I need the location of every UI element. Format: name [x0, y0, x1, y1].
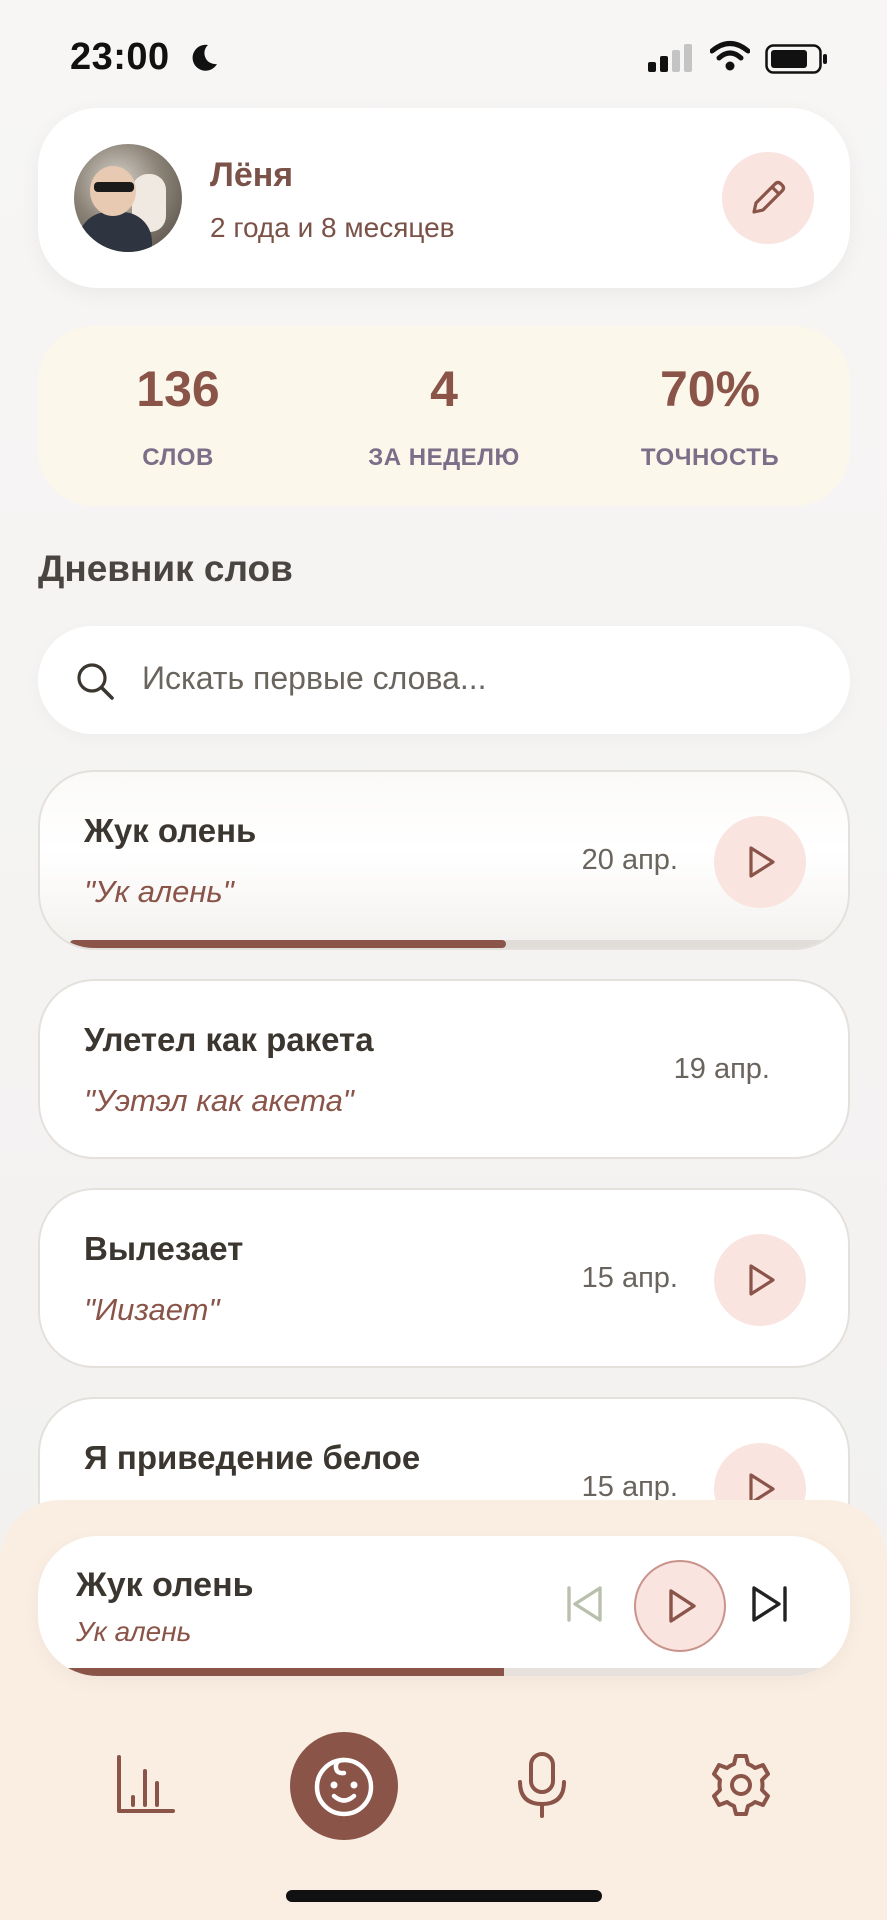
profile-card[interactable]: Лёня 2 года и 8 месяцев — [38, 108, 850, 288]
word-date: 15 апр. — [581, 1262, 678, 1294]
skip-back-icon[interactable] — [560, 1580, 608, 1628]
stat-label: СЛОВ — [142, 444, 214, 471]
moon-icon — [192, 44, 217, 71]
word-card[interactable]: Жук олень "Ук алень" 20 апр. — [38, 770, 850, 950]
word-card[interactable]: Улетел как ракета "Уэтэл как акета" 19 а… — [38, 979, 850, 1159]
player-subtitle: Ук алень — [76, 1616, 192, 1647]
stats-card: 136 СЛОВ 4 ЗА НЕДЕЛЮ 70% ТОЧНОСТЬ — [38, 326, 850, 506]
stat-label: ТОЧНОСТЬ — [640, 444, 780, 471]
edit-profile-button[interactable] — [722, 152, 814, 244]
profile-name: Лёня — [210, 156, 294, 194]
tab-settings[interactable] — [686, 1730, 796, 1840]
stat-value: 4 — [430, 361, 458, 417]
stat-label: ЗА НЕДЕЛЮ — [368, 444, 520, 471]
home-indicator — [286, 1890, 602, 1902]
pencil-icon — [752, 180, 786, 214]
chart-bars-icon — [117, 1755, 175, 1813]
status-bar: 23:00 — [0, 0, 887, 110]
section-title: Дневник слов — [38, 548, 293, 589]
stat-value: 70% — [659, 361, 761, 417]
player-title: Жук олень — [76, 1566, 254, 1604]
player-play-button[interactable] — [634, 1560, 726, 1652]
gear-icon — [712, 1754, 770, 1816]
battery-icon — [765, 44, 827, 74]
search-input[interactable]: Искать первые слова... — [38, 626, 850, 734]
play-icon — [749, 846, 775, 878]
profile-age: 2 года и 8 месяцев — [210, 212, 455, 243]
tab-record[interactable] — [487, 1730, 597, 1840]
word-title: Улетел как ракета — [84, 1021, 374, 1058]
word-quote: "Ук алень" — [84, 874, 234, 909]
stat-words: 136 СЛОВ — [58, 360, 298, 472]
player-progress-fill — [68, 1668, 505, 1676]
skip-forward-icon[interactable] — [746, 1580, 794, 1628]
stat-value: 136 — [136, 361, 220, 417]
word-title: Жук олень — [84, 812, 257, 849]
play-icon — [749, 1264, 775, 1296]
word-title: Я приведение белое — [84, 1439, 421, 1476]
search-icon — [77, 663, 114, 700]
word-card[interactable]: Вылезает "Иизает" 15 апр. — [38, 1188, 850, 1368]
play-button[interactable] — [714, 816, 806, 908]
wifi-icon — [710, 41, 750, 71]
stat-week: 4 ЗА НЕДЕЛЮ — [324, 360, 564, 472]
word-quote: "Уэтэл как акета" — [84, 1083, 354, 1118]
microphone-icon — [518, 1752, 566, 1818]
tab-child[interactable] — [290, 1732, 398, 1840]
word-quote: "Иизает" — [84, 1292, 220, 1327]
word-date: 20 апр. — [581, 844, 678, 876]
player-progress-track[interactable] — [68, 1668, 820, 1676]
word-date: 19 апр. — [673, 1053, 770, 1085]
status-time: 23:00 — [70, 36, 170, 78]
word-title: Вылезает — [84, 1230, 244, 1267]
search-placeholder: Искать первые слова... — [142, 660, 487, 696]
cellular-signal-icon — [648, 44, 692, 72]
avatar[interactable] — [74, 144, 182, 252]
progress-fill — [70, 940, 507, 948]
tab-statistics[interactable] — [90, 1730, 200, 1840]
audio-player[interactable]: Жук олень Ук алень — [38, 1536, 850, 1676]
stat-accuracy: 70% ТОЧНОСТЬ — [590, 360, 830, 472]
baby-face-icon — [314, 1757, 374, 1817]
play-button[interactable] — [714, 1234, 806, 1326]
progress-track — [70, 940, 822, 948]
play-icon — [669, 1589, 696, 1623]
